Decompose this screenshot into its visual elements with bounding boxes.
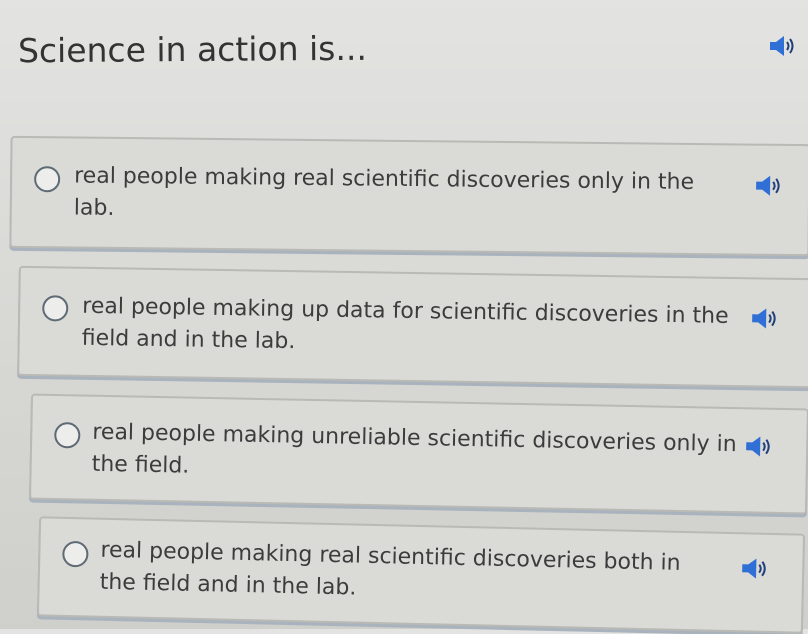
answer-option-3[interactable]: real people making unreliable scientific… bbox=[29, 393, 808, 515]
radio-button[interactable] bbox=[62, 540, 89, 568]
answer-option-label: real people making real scientific disco… bbox=[73, 163, 695, 221]
radio-button[interactable] bbox=[34, 166, 61, 193]
read-question-speaker-icon[interactable] bbox=[768, 34, 798, 58]
answer-option-label: real people making unreliable scientific… bbox=[91, 419, 737, 479]
answer-option-label: real people making up data for scientifi… bbox=[81, 293, 729, 355]
read-option-speaker-icon[interactable] bbox=[740, 556, 771, 581]
read-option-speaker-icon[interactable] bbox=[754, 174, 784, 198]
radio-button[interactable] bbox=[54, 421, 81, 449]
question-text: Science in action is... bbox=[17, 28, 368, 71]
answer-option-1[interactable]: real people making real scientific disco… bbox=[9, 135, 808, 257]
read-option-speaker-icon[interactable] bbox=[750, 306, 780, 330]
answer-option-label: real people making real scientific disco… bbox=[99, 537, 681, 601]
read-option-speaker-icon[interactable] bbox=[744, 434, 774, 459]
answer-option-4[interactable]: real people making real scientific disco… bbox=[36, 516, 806, 634]
radio-button[interactable] bbox=[42, 295, 69, 322]
answer-option-2[interactable]: real people making up data for scientifi… bbox=[17, 265, 808, 389]
